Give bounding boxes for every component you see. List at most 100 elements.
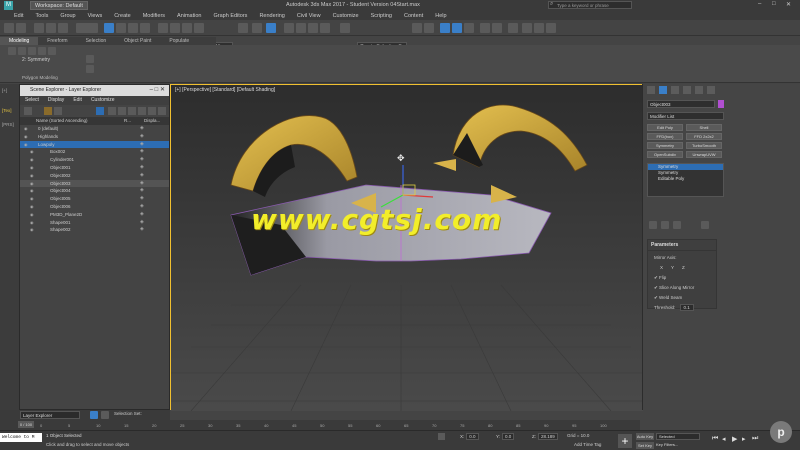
snaps-toggle-icon[interactable] [284, 23, 294, 33]
coord-y-field[interactable]: 0.0 [502, 433, 515, 440]
flip-checkbox[interactable]: ✔ Flip [648, 275, 716, 281]
edit-poly-button[interactable]: Edit Poly [647, 124, 683, 131]
scene-explorer-icon[interactable] [101, 411, 109, 419]
select-by-name-icon[interactable] [116, 23, 126, 33]
layer-icon[interactable] [128, 107, 136, 115]
select-scale-icon[interactable] [182, 23, 192, 33]
column-name[interactable]: Name (Sorted Ascending) [20, 117, 124, 125]
coord-x-field[interactable]: 0.0 [466, 433, 479, 440]
slice-along-mirror-checkbox[interactable]: ✔ Slice Along Mirror [648, 285, 716, 291]
ffd-box-button[interactable]: FFD(box) [647, 133, 683, 140]
angle-snap-icon[interactable] [296, 23, 306, 33]
percent-snap-icon[interactable] [308, 23, 318, 33]
app-logo-icon[interactable]: M [4, 1, 13, 10]
display-toggle-icon[interactable]: ◈ [140, 148, 144, 156]
layer-explorer-toggle-icon[interactable] [452, 23, 462, 33]
visibility-eye-icon[interactable]: ◉ [30, 195, 34, 203]
visibility-eye-icon[interactable]: ◉ [30, 187, 34, 195]
tab-populate[interactable]: Populate [160, 37, 198, 45]
visibility-eye-icon[interactable]: ◉ [30, 180, 34, 188]
undo-icon[interactable] [4, 23, 14, 33]
toggle-ribbon-icon[interactable] [464, 23, 474, 33]
go-to-end-icon[interactable]: ⏭ [752, 435, 758, 443]
utilities-tab-icon[interactable] [707, 86, 715, 94]
sort-icon[interactable] [54, 107, 62, 115]
weld-seam-checkbox[interactable]: ✔ Weld Seam [648, 295, 716, 301]
play-icon[interactable]: ▶ [732, 435, 737, 443]
explorer-menu-select[interactable]: Select [25, 96, 39, 105]
pin-stack-icon[interactable] [86, 65, 94, 73]
align-icon[interactable] [424, 23, 434, 33]
explorer-window-controls[interactable]: – □ ✕ [150, 85, 165, 96]
visibility-eye-icon[interactable]: ◉ [30, 211, 34, 219]
perspective-viewport[interactable]: ✥ [+] [Perspective] [Standard] [Default … [170, 84, 643, 411]
visibility-eye-icon[interactable]: ◉ [30, 164, 34, 172]
shell-button[interactable]: Shell [686, 124, 722, 131]
threshold-spinner[interactable]: 0.1 [679, 304, 694, 311]
delete-icon[interactable] [158, 107, 166, 115]
lock-selection-icon[interactable] [438, 433, 445, 440]
selection-filter-icon[interactable] [76, 23, 98, 33]
display-toggle-icon[interactable]: ◈ [140, 180, 144, 188]
menu-item-tools[interactable]: Tools [29, 13, 54, 19]
render-setup-icon[interactable] [522, 23, 532, 33]
modify-tab-icon[interactable] [659, 86, 667, 94]
pin-stack-icon[interactable] [649, 221, 657, 229]
display-tab-icon[interactable] [695, 86, 703, 94]
explorer-row[interactable]: ◉ Highlands ◈ [20, 133, 169, 141]
minimize-button[interactable]: – [758, 1, 761, 7]
display-toggle-icon[interactable]: ◈ [140, 187, 144, 195]
explorer-row[interactable]: ◉ Lowpoly ◈ [20, 140, 169, 149]
spinner-snap-icon[interactable] [320, 23, 330, 33]
motion-tab-icon[interactable] [683, 86, 691, 94]
redo-icon[interactable] [16, 23, 26, 33]
display-toggle-icon[interactable]: ◈ [140, 195, 144, 203]
add-layer-icon[interactable] [138, 107, 146, 115]
display-toggle-icon[interactable]: ◈ [140, 125, 144, 133]
create-tab-icon[interactable] [647, 86, 655, 94]
close-button[interactable]: ✕ [786, 1, 791, 8]
visibility-eye-icon[interactable]: ◉ [30, 156, 34, 164]
timeline[interactable]: 0 / 100 0 5 10 15 20 25 30 35 40 45 50 55 60 65 70 75 80… [0, 420, 640, 430]
remove-modifier-icon[interactable] [701, 221, 709, 229]
hierarchy-icon[interactable] [118, 107, 126, 115]
select-manipulate-icon[interactable] [252, 23, 262, 33]
axis-x-radio[interactable]: X [660, 265, 663, 271]
explorer-menu-display[interactable]: Display [48, 96, 64, 105]
prs-label[interactable]: [PRS] [2, 122, 14, 127]
select-place-icon[interactable] [194, 23, 204, 33]
freeze-icon[interactable] [148, 107, 156, 115]
material-editor-icon[interactable] [508, 23, 518, 33]
modifier-stack-dropdown[interactable]: 2: Symmetry [22, 57, 50, 63]
search-icon[interactable] [24, 107, 32, 115]
menu-item-edit[interactable]: Edit [8, 13, 29, 19]
go-to-start-icon[interactable]: ⏮ [712, 435, 718, 443]
display-toggle-icon[interactable]: ◈ [140, 141, 144, 149]
pivot-center-icon[interactable] [238, 23, 248, 33]
tab-modeling[interactable]: Modeling [0, 37, 39, 45]
bind-space-warp-icon[interactable] [58, 23, 68, 33]
curve-editor-icon[interactable] [480, 23, 490, 33]
visibility-eye-icon[interactable]: ◉ [24, 141, 28, 149]
tab-selection[interactable]: Selection [77, 37, 116, 45]
menu-item-scripting[interactable]: Scripting [365, 13, 398, 19]
opensubdiv-button[interactable]: OpenSubdiv [647, 151, 683, 158]
explorer-row[interactable]: ◉ Object004 ◈ [20, 187, 169, 195]
layer-explorer-icon[interactable] [90, 411, 98, 419]
display-toggle-icon[interactable]: ◈ [140, 133, 144, 141]
search-input[interactable]: Type a keyword or phrase [548, 1, 632, 9]
visibility-eye-icon[interactable]: ◉ [30, 172, 34, 180]
turbosmooth-button[interactable]: TurboSmooth [686, 142, 722, 149]
tab-freeform[interactable]: Freeform [38, 37, 76, 45]
unlink-icon[interactable] [46, 23, 56, 33]
border-mode-icon[interactable] [28, 47, 36, 55]
object-color-swatch[interactable] [718, 100, 724, 108]
explorer-type-dropdown[interactable]: Layer Explorer [20, 411, 80, 419]
menu-item-graph-editors[interactable]: Graph Editors [208, 13, 254, 19]
explorer-row[interactable]: ◉ Shape002 ◈ [20, 226, 169, 234]
tab-object-paint[interactable]: Object Paint [115, 37, 160, 45]
edge-mode-icon[interactable] [18, 47, 26, 55]
menu-item-content[interactable]: Content [398, 13, 429, 19]
explorer-row[interactable]: ◉ 0 (default) ◈ [20, 125, 169, 133]
workspace-dropdown[interactable]: Workspace: Default [30, 1, 88, 10]
